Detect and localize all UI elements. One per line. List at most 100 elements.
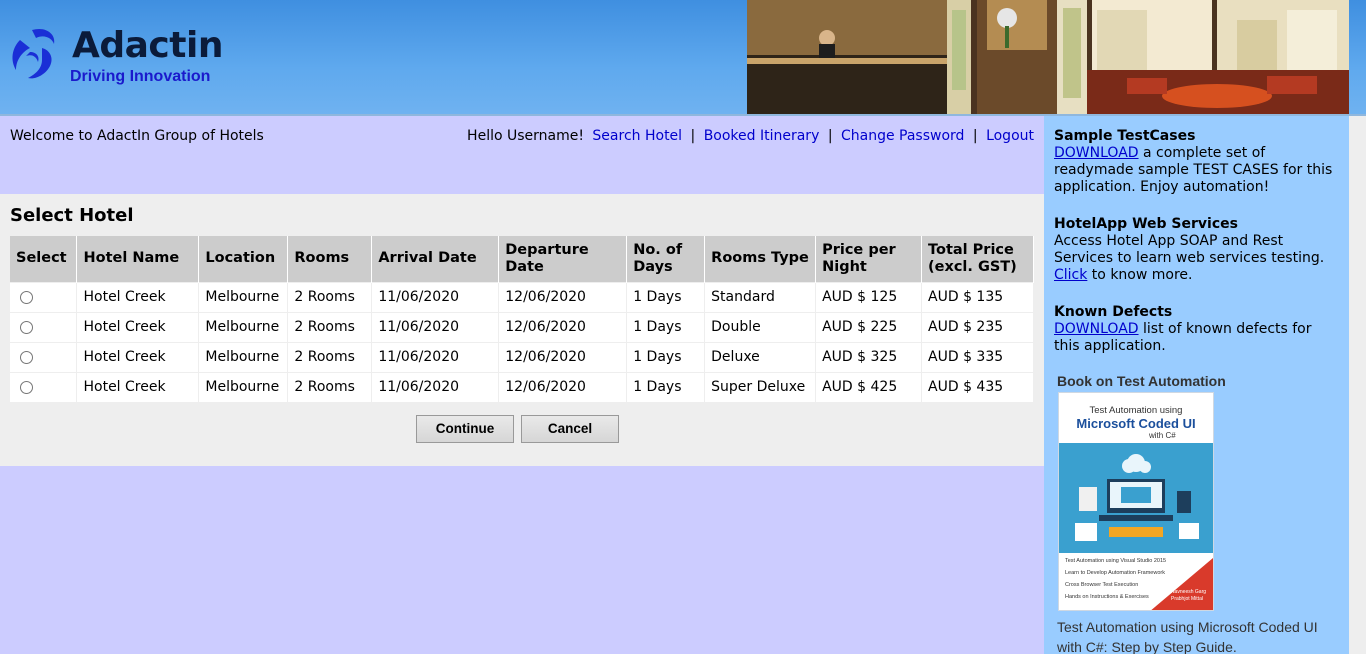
table-row: Hotel Creek Melbourne 2 Rooms 11/06/2020… — [10, 371, 1034, 402]
departure-date-cell: 12/06/2020 — [498, 281, 628, 312]
location-cell: Melbourne — [198, 281, 289, 312]
testcases-heading: Sample TestCases — [1054, 128, 1196, 144]
departure-date-cell: 12/06/2020 — [498, 341, 628, 372]
departure-date-cell: 12/06/2020 — [498, 371, 628, 402]
arrival-date-cell: 11/06/2020 — [371, 281, 500, 312]
book-author: Prabhjot Mittal — [1171, 596, 1203, 602]
nav-separator: | — [690, 128, 696, 144]
arrival-date-cell: 11/06/2020 — [371, 371, 500, 402]
rooms-cell: 2 Rooms — [287, 341, 373, 372]
total-price-cell: AUD $ 435 — [921, 371, 1034, 402]
cancel-button[interactable]: Cancel — [521, 415, 619, 443]
book-cover-line3: with C# — [1149, 431, 1176, 440]
book-cover-authors: Navneesh Garg Prabhjot Mittal — [1171, 589, 1206, 603]
adactin-swirl-icon — [12, 28, 55, 79]
book-cover-image[interactable]: Test Automation using Microsoft Coded UI… — [1058, 392, 1214, 611]
table-row: Hotel Creek Melbourne 2 Rooms 11/06/2020… — [10, 341, 1034, 372]
search-hotel-link[interactable]: Search Hotel — [592, 128, 682, 144]
continue-button[interactable]: Continue — [416, 415, 514, 443]
defects-download-link[interactable]: DOWNLOAD — [1054, 321, 1139, 337]
booked-itinerary-link[interactable]: Booked Itinerary — [704, 128, 820, 144]
price-per-night-cell: AUD $ 225 — [815, 311, 923, 342]
logout-link[interactable]: Logout — [986, 128, 1034, 144]
col-header-rooms-type: Rooms Type — [704, 236, 817, 282]
total-price-cell: AUD $ 235 — [921, 311, 1034, 342]
select-cell — [10, 281, 78, 312]
room-type-cell: Standard — [704, 281, 817, 312]
price-per-night-cell: AUD $ 425 — [815, 371, 923, 402]
book-cover-line1: Test Automation using — [1089, 405, 1183, 416]
webservices-more: to know more. — [1087, 267, 1193, 283]
price-per-night-cell: AUD $ 325 — [815, 341, 923, 372]
room-type-cell: Deluxe — [704, 341, 817, 372]
book-caption: Test Automation using Microsoft Coded UI… — [1057, 619, 1318, 654]
adactin-logo: Adactin Driving Innovation — [10, 26, 240, 90]
col-header-rooms: Rooms — [287, 236, 373, 282]
hotel-radio-button[interactable] — [20, 380, 33, 394]
testcases-download-link[interactable]: DOWNLOAD — [1054, 145, 1139, 161]
book-cover-line2: Microsoft Coded UI — [1076, 416, 1196, 431]
user-nav: Hello Username! Search Hotel | Booked It… — [467, 128, 1034, 144]
book-bullet: Test Automation using Visual Studio 2015 — [1065, 558, 1167, 564]
page-title: Select Hotel — [10, 205, 134, 226]
select-hotel-panel: Select Hotel Select Hotel Name Location … — [0, 194, 1044, 466]
col-header-location: Location — [198, 236, 289, 282]
scroll-gutter — [1349, 116, 1366, 654]
hotel-name-cell: Hotel Creek — [76, 311, 200, 342]
days-cell: 1 Days — [626, 371, 706, 402]
webservices-text: Access Hotel App SOAP and Rest Services … — [1054, 233, 1339, 284]
col-header-select: Select — [10, 236, 78, 282]
brand-name: Adactin — [72, 25, 223, 66]
webservices-description: Access Hotel App SOAP and Rest Services … — [1054, 233, 1325, 266]
webservices-click-link[interactable]: Click — [1054, 267, 1087, 283]
hotel-radio-button[interactable] — [20, 320, 33, 334]
price-per-night-cell: AUD $ 125 — [815, 281, 923, 312]
book-author: Navneesh Garg — [1171, 589, 1207, 595]
days-cell: 1 Days — [626, 341, 706, 372]
rooms-cell: 2 Rooms — [287, 371, 373, 402]
header: Adactin Driving Innovation — [0, 0, 1366, 116]
arrival-date-cell: 11/06/2020 — [371, 341, 500, 372]
book-cover-illustration — [1059, 443, 1213, 553]
hotel-lobby-illustration — [747, 0, 1349, 114]
total-price-cell: AUD $ 135 — [921, 281, 1034, 312]
defects-text: DOWNLOAD list of known defects for this … — [1054, 321, 1339, 355]
change-password-link[interactable]: Change Password — [841, 128, 964, 144]
testcases-text: DOWNLOAD a complete set of readymade sam… — [1054, 145, 1339, 196]
hotel-name-cell: Hotel Creek — [76, 281, 200, 312]
select-cell — [10, 341, 78, 372]
table-row: Hotel Creek Melbourne 2 Rooms 11/06/2020… — [10, 281, 1034, 312]
hotel-lobby-banner — [747, 0, 1349, 114]
hotel-name-cell: Hotel Creek — [76, 341, 200, 372]
location-cell: Melbourne — [198, 341, 289, 372]
greeting: Hello Username! — [467, 128, 584, 144]
days-cell: 1 Days — [626, 281, 706, 312]
room-type-cell: Super Deluxe — [704, 371, 817, 402]
hotel-name-cell: Hotel Creek — [76, 371, 200, 402]
col-header-departure-date: Departure Date — [498, 236, 628, 282]
rooms-cell: 2 Rooms — [287, 281, 373, 312]
defects-heading: Known Defects — [1054, 304, 1173, 320]
brand-tagline: Driving Innovation — [70, 68, 211, 85]
location-cell: Melbourne — [198, 311, 289, 342]
col-header-no-of-days: No. of Days — [626, 236, 706, 282]
arrival-date-cell: 11/06/2020 — [371, 311, 500, 342]
welcome-message: Welcome to AdactIn Group of Hotels — [10, 128, 264, 144]
select-cell — [10, 311, 78, 342]
right-sidebar: Sample TestCases DOWNLOAD a complete set… — [1044, 116, 1349, 654]
select-cell — [10, 371, 78, 402]
hotel-radio-button[interactable] — [20, 350, 33, 364]
table-header-row: Select Hotel Name Location Rooms Arrival… — [10, 236, 1034, 282]
top-bar: Welcome to AdactIn Group of Hotels Hello… — [0, 116, 1044, 194]
total-price-cell: AUD $ 335 — [921, 341, 1034, 372]
book-bullet: Learn to Develop Automation Framework — [1065, 570, 1165, 576]
room-type-cell: Double — [704, 311, 817, 342]
table-row: Hotel Creek Melbourne 2 Rooms 11/06/2020… — [10, 311, 1034, 342]
hotel-results-table: Select Hotel Name Location Rooms Arrival… — [10, 236, 1034, 402]
departure-date-cell: 12/06/2020 — [498, 311, 628, 342]
hotel-radio-button[interactable] — [20, 290, 33, 304]
col-header-total-price: Total Price (excl. GST) — [921, 236, 1034, 282]
nav-separator: | — [827, 128, 833, 144]
location-cell: Melbourne — [198, 371, 289, 402]
rooms-cell: 2 Rooms — [287, 311, 373, 342]
